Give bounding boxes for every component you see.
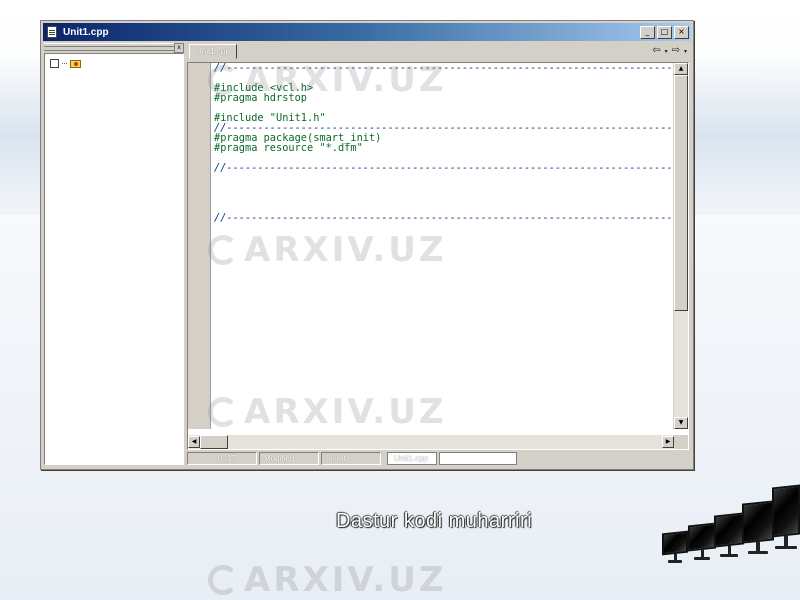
code-line[interactable]: //--------------------------------------… xyxy=(214,213,674,223)
monitor-icon xyxy=(662,530,688,563)
cursor-position: 0: 17 xyxy=(187,452,257,465)
monitor-icon xyxy=(742,500,774,554)
code-line[interactable] xyxy=(214,183,674,193)
forward-arrow-icon[interactable]: ⇨ xyxy=(672,45,680,57)
scroll-left-icon[interactable]: ◀ xyxy=(188,436,200,448)
scroll-down-icon[interactable]: ▼ xyxy=(674,417,688,429)
horizontal-scrollbar[interactable]: ◀ ▶ xyxy=(188,435,674,449)
monitors-illustration xyxy=(650,470,800,600)
scroll-right-icon[interactable]: ▶ xyxy=(662,436,674,448)
back-dropdown-icon[interactable]: ▾ xyxy=(665,48,668,55)
monitor-icon xyxy=(772,484,800,549)
navigation-buttons: ⇦ ▾ ⇨ ▾ xyxy=(652,45,687,57)
tree-root-node[interactable] xyxy=(50,59,81,68)
bottom-tab-unit1-cpp[interactable]: Unit1.cpp xyxy=(387,452,437,465)
monitor-icon xyxy=(688,522,716,560)
code-line[interactable]: #pragma hdrstop xyxy=(214,93,674,103)
modified-status: Modified xyxy=(259,452,319,465)
insert-mode-status: Insert xyxy=(321,452,381,465)
code-line[interactable]: //--------------------------------------… xyxy=(214,63,674,73)
scroll-up-icon[interactable]: ▲ xyxy=(674,63,688,75)
code-line[interactable]: #pragma resource "*.dfm" xyxy=(214,143,674,153)
editor-frame: //--------------------------------------… xyxy=(187,62,689,450)
vertical-scrollbar[interactable]: ▲ ▼ xyxy=(673,63,688,429)
forward-dropdown-icon[interactable]: ▾ xyxy=(684,48,687,55)
pane-close-button[interactable]: x xyxy=(174,43,184,53)
watermark-logo-icon xyxy=(208,565,238,595)
bottom-tab-blank[interactable] xyxy=(439,452,517,465)
vertical-scroll-thumb[interactable] xyxy=(674,75,688,311)
scroll-corner xyxy=(674,435,688,449)
code-text[interactable]: //--------------------------------------… xyxy=(214,63,674,429)
status-bar: 0: 17 Modified Insert Unit1.cpp xyxy=(187,452,691,467)
watermark: ARXIV.UZ xyxy=(208,560,446,600)
expand-box-icon[interactable] xyxy=(50,59,59,68)
code-line[interactable] xyxy=(214,193,674,203)
pane-grip[interactable] xyxy=(44,43,182,51)
editor-gutter[interactable] xyxy=(188,63,211,429)
ide-editor-window: Unit1.cpp _ □ × x Unit1.cpp ⇦ ▾ ⇨ ▾ //--… xyxy=(40,20,694,470)
horizontal-scroll-thumb[interactable] xyxy=(200,435,228,449)
back-arrow-icon[interactable]: ⇦ xyxy=(652,45,660,57)
monitor-icon xyxy=(714,512,744,557)
title-bar[interactable]: Unit1.cpp _ □ × xyxy=(43,23,691,41)
editor-tabbar: Unit1.cpp ⇦ ▾ ⇨ ▾ xyxy=(187,43,691,61)
folder-icon xyxy=(70,59,81,68)
tab-unit1-cpp[interactable]: Unit1.cpp xyxy=(189,44,237,59)
minimize-button[interactable]: _ xyxy=(640,25,655,39)
code-line[interactable] xyxy=(214,173,674,183)
class-tree[interactable] xyxy=(44,53,184,465)
window-controls: _ □ × xyxy=(640,25,689,39)
code-line[interactable]: //--------------------------------------… xyxy=(214,163,674,173)
maximize-button[interactable]: □ xyxy=(657,25,672,39)
code-editor-area: Unit1.cpp ⇦ ▾ ⇨ ▾ //--------------------… xyxy=(187,43,691,467)
class-explorer-pane: x xyxy=(44,43,186,467)
document-icon xyxy=(47,26,57,38)
tree-connector xyxy=(62,62,67,65)
window-title: Unit1.cpp xyxy=(63,26,109,38)
close-button[interactable]: × xyxy=(674,25,689,39)
